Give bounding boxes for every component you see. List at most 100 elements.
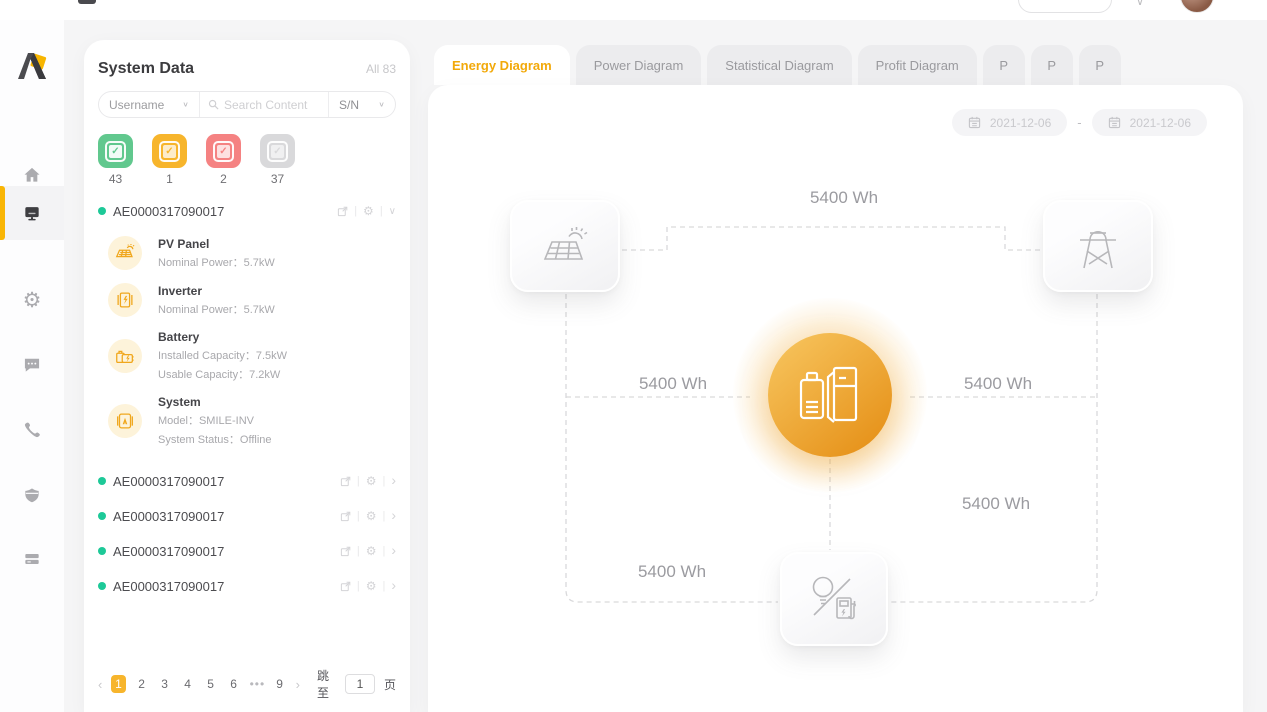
flow-pv-grid-value: 5400 Wh bbox=[809, 188, 879, 207]
page-6[interactable]: 6 bbox=[227, 677, 241, 691]
chevron-down-icon: ∨ bbox=[378, 100, 385, 109]
total-count: All 83 bbox=[365, 62, 396, 76]
sidebar-item-billing[interactable] bbox=[0, 532, 64, 586]
chevron-down-icon[interactable]: ∨ bbox=[1133, 0, 1147, 9]
node-load[interactable] bbox=[780, 552, 888, 646]
component-name: PV Panel bbox=[158, 236, 210, 251]
divider: | bbox=[382, 510, 386, 522]
chevron-right-icon[interactable] bbox=[391, 475, 396, 488]
sidebar-item-settings[interactable]: ⚙ bbox=[0, 273, 64, 327]
divider: | bbox=[356, 545, 360, 557]
system-icon bbox=[108, 404, 142, 438]
device-row[interactable]: AE0000317090017 | | bbox=[98, 539, 396, 563]
sn-value: S/N bbox=[339, 97, 360, 112]
system-data-panel: System Data All 83 Username ∨ S/N ∨ 43 1… bbox=[84, 40, 410, 712]
chevron-down-icon[interactable] bbox=[389, 205, 396, 217]
tab-p3[interactable]: P bbox=[1078, 45, 1121, 85]
page-2[interactable]: 2 bbox=[135, 677, 149, 691]
active-indicator bbox=[0, 186, 5, 240]
external-link-icon[interactable] bbox=[340, 546, 351, 557]
next-page-icon[interactable]: › bbox=[296, 677, 300, 692]
online-dot bbox=[98, 207, 106, 215]
battery-inverter-icon bbox=[799, 366, 858, 423]
load-icon bbox=[812, 576, 856, 620]
gear-icon[interactable] bbox=[366, 544, 377, 558]
page-9[interactable]: 9 bbox=[273, 677, 287, 691]
chevron-down-icon: ∨ bbox=[182, 100, 189, 109]
component-battery: Battery Installed Capacity：7.5kW Usable … bbox=[108, 330, 396, 382]
status-filter-normal[interactable] bbox=[98, 134, 133, 168]
topbar: ∨ bbox=[0, 0, 1267, 20]
page-4[interactable]: 4 bbox=[181, 677, 195, 691]
tab-profit-diagram[interactable]: Profit Diagram bbox=[857, 45, 977, 85]
search-icon bbox=[208, 99, 219, 110]
external-link-icon[interactable] bbox=[340, 476, 351, 487]
device-row[interactable]: AE0000317090017 | | bbox=[98, 574, 396, 598]
page-1[interactable]: 1 bbox=[111, 675, 126, 693]
avatar[interactable] bbox=[1180, 0, 1214, 13]
tab-statistical-diagram[interactable]: Statistical Diagram bbox=[707, 45, 852, 85]
status-filter-fault[interactable] bbox=[206, 134, 241, 168]
menu-icon[interactable] bbox=[78, 0, 96, 4]
search-category-select[interactable]: Username ∨ bbox=[99, 92, 199, 117]
gear-icon[interactable] bbox=[366, 509, 377, 523]
chevron-right-icon[interactable] bbox=[391, 580, 396, 593]
search-bar: Username ∨ S/N ∨ bbox=[98, 91, 396, 118]
checkbox-icon bbox=[213, 140, 234, 162]
status-counts: 43 1 2 37 bbox=[98, 172, 396, 186]
online-dot bbox=[98, 477, 106, 485]
component-detail: Usable Capacity：7.2kW bbox=[158, 369, 281, 381]
sn-select[interactable]: S/N ∨ bbox=[329, 92, 395, 117]
sidebar-item-monitoring[interactable] bbox=[0, 186, 64, 240]
sidebar-item-security[interactable] bbox=[0, 468, 64, 522]
component-pv: PV Panel Nominal Power：5.7kW bbox=[108, 236, 396, 270]
node-pv-panel[interactable] bbox=[510, 200, 620, 292]
gear-icon[interactable] bbox=[366, 474, 377, 488]
page-3[interactable]: 3 bbox=[158, 677, 172, 691]
device-serial: AE0000317090017 bbox=[113, 508, 225, 524]
chevron-right-icon[interactable] bbox=[391, 510, 396, 523]
status-count: 2 bbox=[220, 172, 227, 186]
search-input[interactable] bbox=[224, 97, 320, 112]
status-count: 1 bbox=[166, 172, 173, 186]
tab-p2[interactable]: P bbox=[1030, 45, 1073, 85]
jump-page-input[interactable] bbox=[344, 674, 375, 694]
divider: | bbox=[356, 510, 360, 522]
device-serial: AE0000317090017 bbox=[113, 473, 225, 489]
gear-icon[interactable] bbox=[366, 579, 377, 593]
device-monitor-icon bbox=[25, 207, 39, 221]
external-link-icon[interactable] bbox=[340, 581, 351, 592]
solar-panel-icon bbox=[543, 227, 588, 260]
tab-p1[interactable]: P bbox=[982, 45, 1025, 85]
device-row[interactable]: AE0000317090017 | | bbox=[98, 504, 396, 528]
tab-power-diagram[interactable]: Power Diagram bbox=[575, 45, 702, 85]
status-filter-offline[interactable] bbox=[260, 134, 295, 168]
node-grid[interactable] bbox=[1043, 200, 1153, 292]
grid-tower-icon bbox=[1080, 230, 1116, 269]
divider: | bbox=[356, 475, 360, 487]
search-category-value: Username bbox=[109, 97, 165, 112]
tab-energy-diagram[interactable]: Energy Diagram bbox=[434, 45, 570, 85]
page-unit-label: 页 bbox=[383, 677, 396, 692]
external-link-icon[interactable] bbox=[340, 511, 351, 522]
node-battery-inverter[interactable] bbox=[768, 333, 892, 457]
jump-to-label: 跳至 bbox=[316, 669, 329, 700]
sidebar-item-messages[interactable] bbox=[0, 338, 64, 392]
panel-title: System Data bbox=[98, 60, 195, 77]
chevron-right-icon[interactable] bbox=[391, 545, 396, 558]
gear-icon[interactable] bbox=[363, 204, 374, 218]
topbar-pill-button[interactable] bbox=[1018, 0, 1112, 13]
checkbox-icon bbox=[267, 140, 288, 162]
chat-icon bbox=[24, 358, 40, 372]
status-filter-warning[interactable] bbox=[152, 134, 187, 168]
page-5[interactable]: 5 bbox=[204, 677, 218, 691]
prev-page-icon[interactable]: ‹ bbox=[98, 677, 102, 692]
brand-logo bbox=[18, 53, 47, 79]
flow-pv-battery-value: 5400 Wh bbox=[638, 374, 708, 393]
component-detail: Installed Capacity：7.5kW bbox=[158, 350, 287, 362]
sidebar-item-support[interactable] bbox=[0, 403, 64, 457]
device-row[interactable]: AE0000317090017 | | bbox=[98, 469, 396, 493]
checkbox-icon bbox=[105, 140, 126, 162]
external-link-icon[interactable] bbox=[337, 206, 348, 217]
device-row-expanded[interactable]: AE0000317090017 | | bbox=[98, 199, 396, 223]
